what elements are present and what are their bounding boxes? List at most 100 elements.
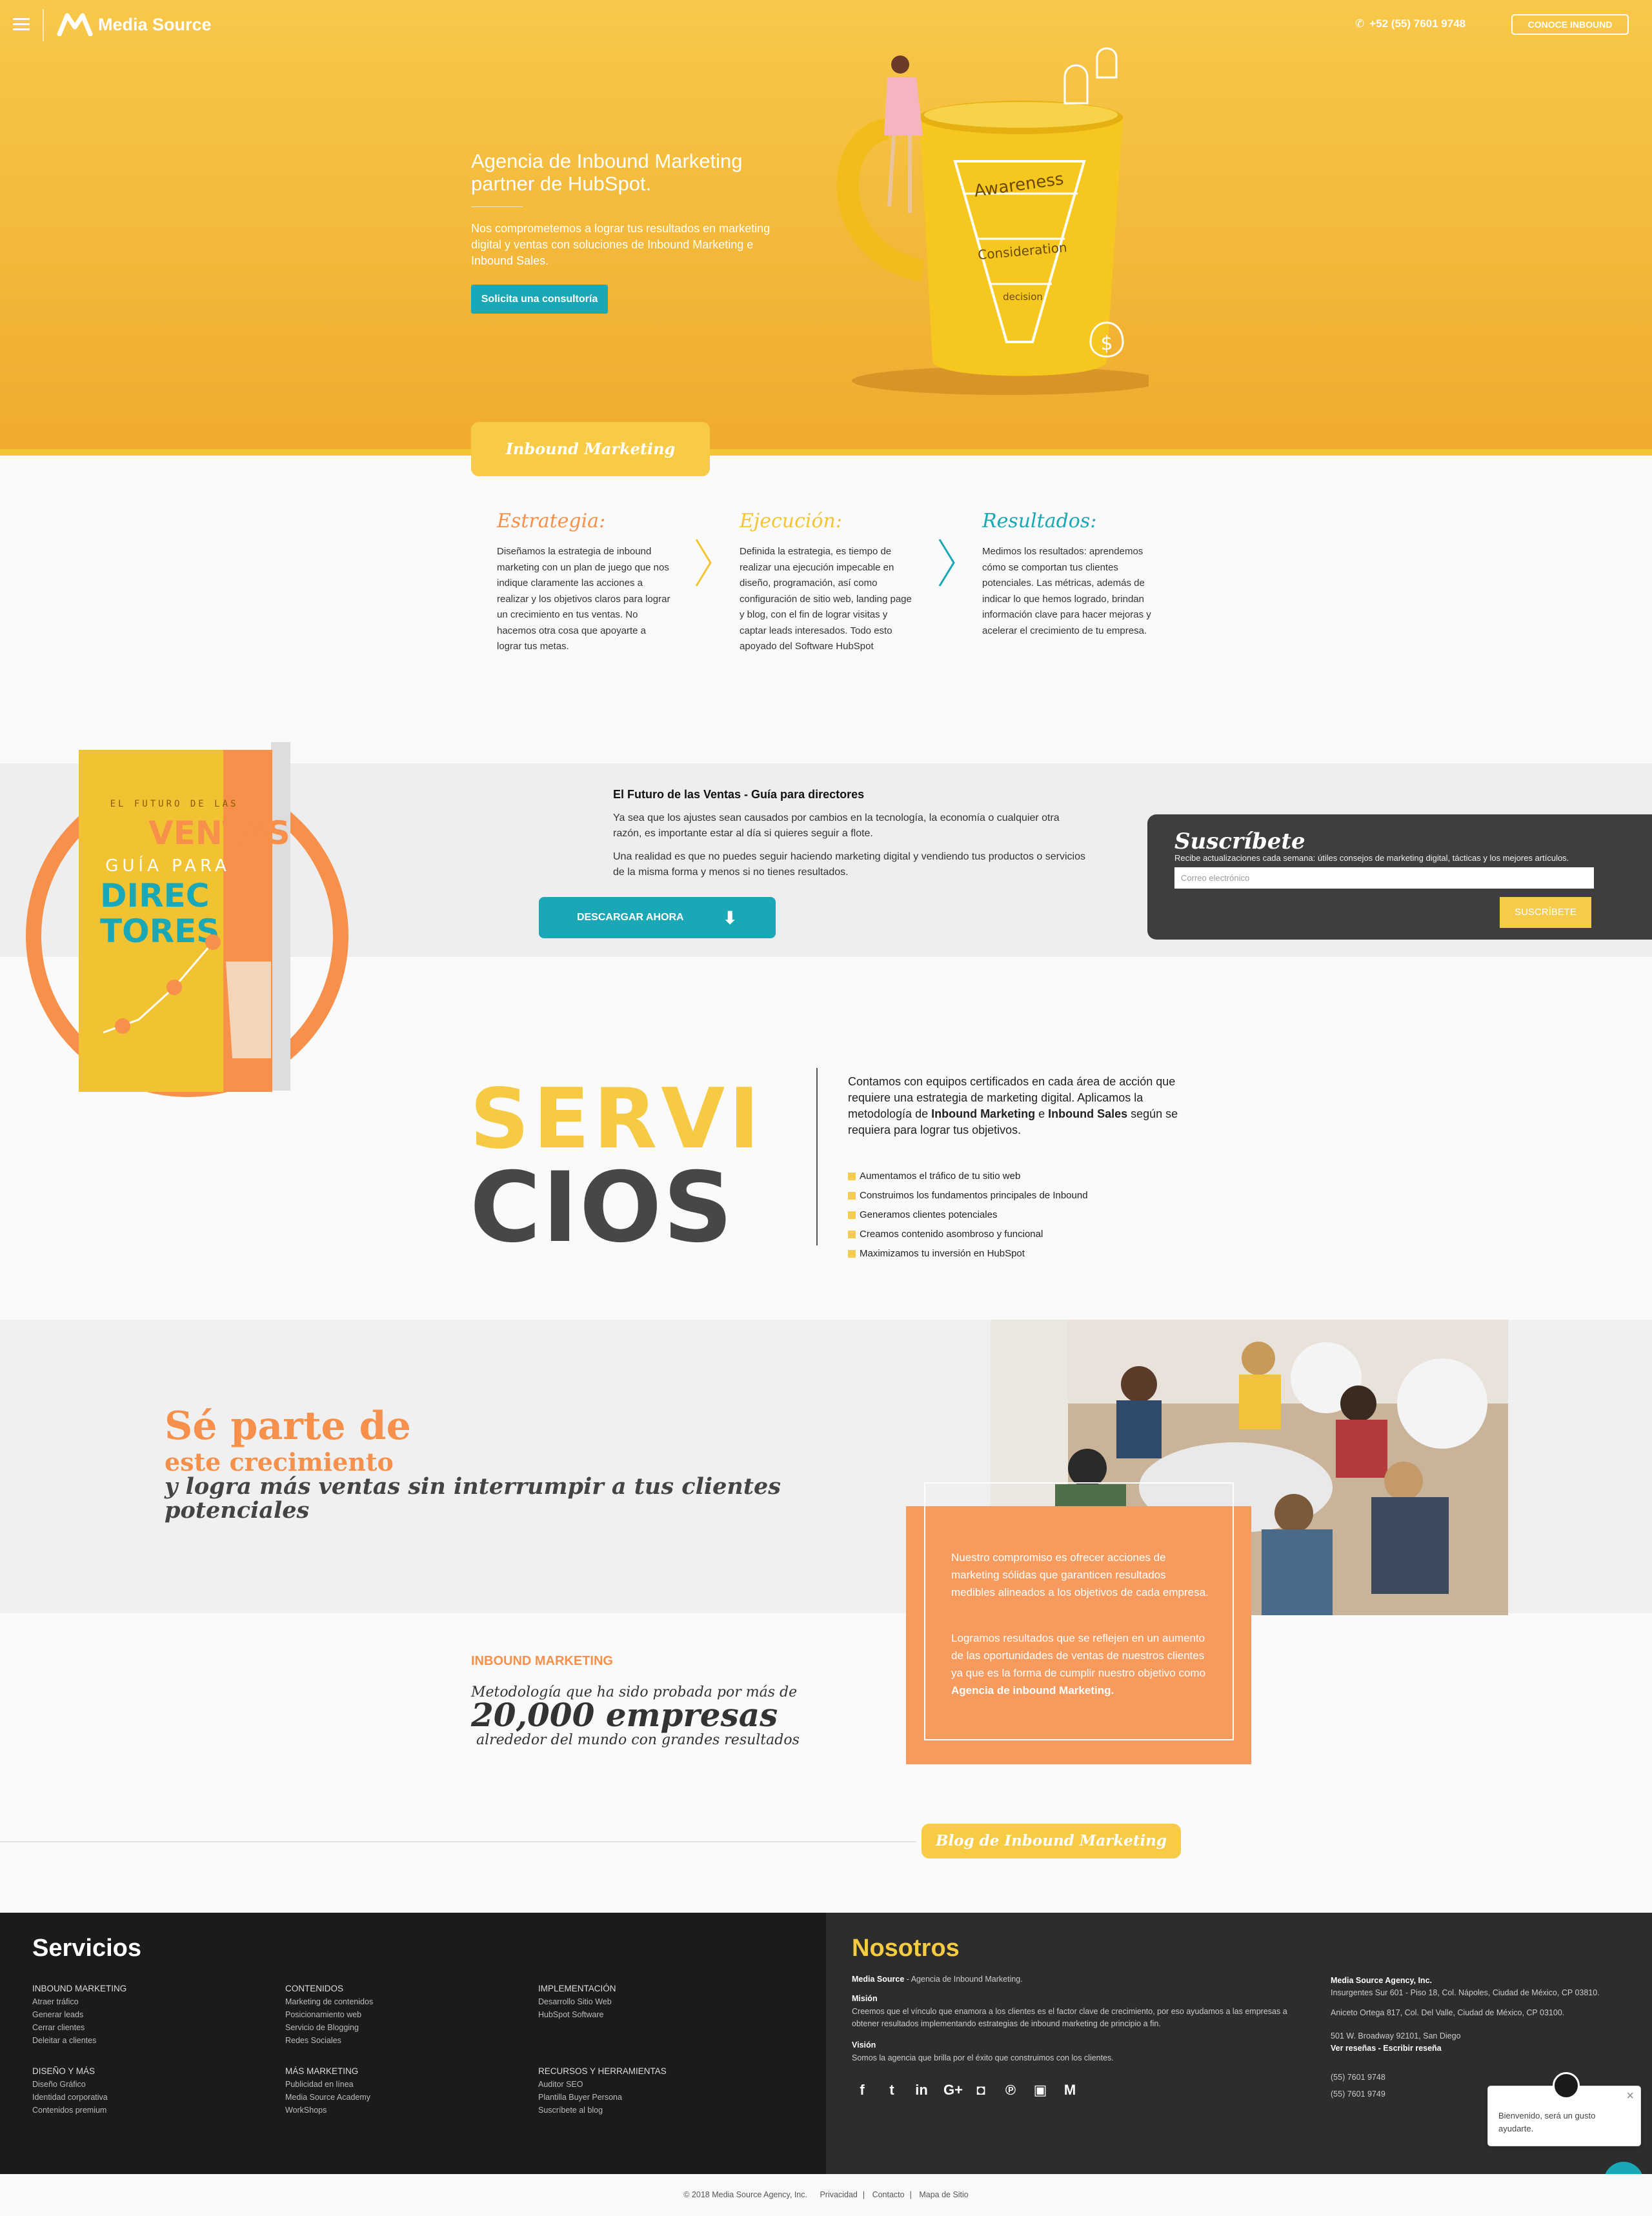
footer-vision-text: Somos la agencia que brilla por el éxito… [852, 2053, 1114, 2062]
bullet-icon [848, 1192, 856, 1200]
cover-line: DIREC [100, 877, 209, 914]
footer-link[interactable]: Atraer tráfico [32, 1995, 265, 2008]
navbar-divider [43, 9, 44, 41]
footer-column: DISEÑO Y MÁS Diseño Gráfico Identidad co… [32, 2065, 265, 2117]
hero-mug-illustration: Awareness Consideration decision $ [836, 47, 1149, 395]
subscribe-button[interactable]: SUSCRÍBETE [1500, 897, 1591, 928]
footer-link[interactable]: Identidad corporativa [32, 2091, 265, 2104]
hero-divider [471, 206, 523, 207]
footer-nosotros-title: Nosotros [852, 1935, 960, 1962]
brand-logo[interactable]: Media Source [57, 13, 212, 36]
hamburger-menu-icon[interactable] [13, 18, 30, 31]
footer-about-text: Media Source - Agencia de Inbound Market… [852, 1975, 1023, 1984]
footer-address: 501 W. Broadway 92101, San Diego [1331, 2031, 1461, 2040]
header-phone-number: +52 (55) 7601 9748 [1369, 17, 1466, 30]
cover-line: GUÍA PARA [105, 855, 230, 876]
facebook-icon[interactable]: f [854, 2082, 870, 2099]
footer-link[interactable]: Diseño Gráfico [32, 2078, 265, 2091]
footer-link[interactable]: Marketing de contenidos [285, 1995, 518, 2008]
footer-link[interactable]: Servicio de Blogging [285, 2021, 518, 2034]
footer-column: CONTENIDOS Marketing de contenidos Posic… [285, 1982, 518, 2047]
footer-phone[interactable]: (55) 7601 9749 [1331, 2088, 1385, 2100]
close-icon[interactable]: × [1626, 2089, 1634, 2104]
download-arrow-icon: ⬇ [722, 907, 738, 928]
footer-link[interactable]: Posicionamiento web [285, 2008, 518, 2021]
bottom-link-mapa[interactable]: Mapa de Sitio [919, 2190, 968, 2199]
footer-link[interactable]: WorkShops [285, 2104, 518, 2117]
slideshare-icon[interactable]: ▣ [1032, 2082, 1048, 2099]
social-links: f t in G+ ◘ ℗ ▣ M [854, 2082, 1078, 2099]
list-item: Creamos contenido asombroso y funcional [848, 1225, 1088, 1244]
consultoria-button[interactable]: Solicita una consultoría [471, 285, 608, 314]
bottom-link-privacidad[interactable]: Privacidad [820, 2190, 857, 2199]
ebook-paragraph: Una realidad es que no puedes seguir hac… [613, 851, 1086, 878]
list-item: Generamos clientes potenciales [848, 1205, 1088, 1225]
footer-link[interactable]: Media Source Academy [285, 2091, 518, 2104]
footer-mision-text: Creemos que el vínculo que enamora a los… [852, 2007, 1287, 2028]
bullet-icon [848, 1173, 856, 1180]
chat-popup: × Bienvenido, será un gusto ayudarte. [1487, 2072, 1641, 2146]
footer-reviews-link[interactable]: Ver reseñas - Escribir reseña [1331, 2042, 1442, 2055]
bottom-link-contacto[interactable]: Contacto [872, 2190, 905, 2199]
commitment-paragraph: Logramos resultados que se reflejen en u… [951, 1632, 1206, 1697]
list-item: Aumentamos el tráfico de tu sitio web [848, 1167, 1088, 1186]
googleplus-icon[interactable]: G+ [943, 2082, 963, 2099]
footer-column-head: DISEÑO Y MÁS [32, 2066, 96, 2076]
footer-column: INBOUND MARKETING Atraer tráfico Generar… [32, 1982, 265, 2047]
instagram-icon[interactable]: ◘ [973, 2082, 989, 2099]
twitter-icon[interactable]: t [884, 2082, 900, 2099]
footer-column-head: INBOUND MARKETING [32, 1984, 127, 1993]
cover-line: VENTAS [148, 814, 290, 852]
footer-column-head: CONTENIDOS [285, 1984, 344, 1993]
blog-tab[interactable]: Blog de Inbound Marketing [922, 1824, 1181, 1858]
step-estrategia: Estrategia: Diseñamos la estrategia de i… [497, 510, 671, 655]
step-resultados: Resultados: Medimos los resultados: apre… [982, 510, 1156, 639]
footer-link[interactable]: Redes Sociales [285, 2034, 518, 2047]
hero-description: Nos comprometemos a lograr tus resultado… [471, 222, 771, 267]
footer-link[interactable]: Publicidad en línea [285, 2078, 518, 2091]
footer-link[interactable]: HubSpot Software [538, 2008, 771, 2021]
footer-link[interactable]: Cerrar clientes [32, 2021, 265, 2034]
servicios-divider [816, 1068, 818, 1245]
linkedin-icon[interactable]: in [914, 2082, 929, 2099]
footer-servicios-title: Servicios [32, 1935, 141, 1962]
header-phone-link[interactable]: ✆ +52 (55) 7601 9748 [1355, 17, 1466, 30]
svg-text:$: $ [1100, 332, 1113, 355]
download-button-label: DESCARGAR AHORA [576, 912, 684, 923]
footer-phone[interactable]: (55) 7601 9748 [1331, 2071, 1385, 2084]
growth-heading-1: Sé parte de [165, 1404, 411, 1449]
phone-icon: ✆ [1355, 17, 1365, 30]
subscribe-title: Suscríbete [1174, 829, 1305, 854]
footer-link[interactable]: Suscríbete al blog [538, 2104, 771, 2117]
footer-link[interactable]: Generar leads [32, 2008, 265, 2021]
footer-address-block: Media Source Agency, Inc. Insurgentes Su… [1331, 1976, 1600, 1997]
conoce-inbound-button[interactable]: CONOCE INBOUND [1511, 14, 1629, 35]
chat-message: Bienvenido, será un gusto ayudarte. [1498, 2111, 1596, 2133]
footer-link[interactable]: Contenidos premium [32, 2104, 265, 2117]
list-item: Construimos los fundamentos principales … [848, 1186, 1088, 1205]
subscribe-panel: Suscríbete Recibe actualizaciones cada s… [1147, 814, 1652, 940]
pinterest-icon[interactable]: ℗ [1003, 2082, 1018, 2099]
cover-line: EL FUTURO DE LAS [110, 799, 239, 809]
footer-link[interactable]: Plantilla Buyer Persona [538, 2091, 771, 2104]
download-ebook-button[interactable]: DESCARGAR AHORA ⬇ [539, 897, 776, 938]
inbound-stat-line: alrededor del mundo con grandes resultad… [476, 1732, 800, 1748]
inbound-marketing-tab[interactable]: Inbound Marketing [471, 422, 710, 476]
funnel-decision: decision [1003, 291, 1043, 303]
email-field[interactable]: Correo electrónico [1174, 867, 1594, 889]
media-source-logo-icon [57, 13, 93, 36]
step-text: Definida la estrategia, es tiempo de rea… [740, 546, 912, 652]
chevron-right-icon [938, 539, 955, 587]
growth-heading-2: este crecimiento [165, 1447, 394, 1476]
footer-link[interactable]: Desarrollo Sitio Web [538, 1995, 771, 2008]
cover-line: TORES [100, 912, 219, 950]
step-title: Ejecución: [740, 510, 842, 532]
ebook-cover[interactable]: EL FUTURO DE LAS VENTAS GUÍA PARA DIREC … [77, 736, 297, 1097]
chevron-right-icon [695, 539, 712, 587]
commitment-paragraph: Nuestro compromiso es ofrecer acciones d… [951, 1551, 1209, 1598]
footer-link[interactable]: Deleitar a clientes [32, 2034, 265, 2047]
subscribe-description: Recibe actualizaciones cada semana: útil… [1174, 853, 1569, 863]
brand-name: Media Source [98, 14, 212, 34]
footer-link[interactable]: Auditor SEO [538, 2078, 771, 2091]
mediasource-icon[interactable]: M [1062, 2082, 1078, 2099]
